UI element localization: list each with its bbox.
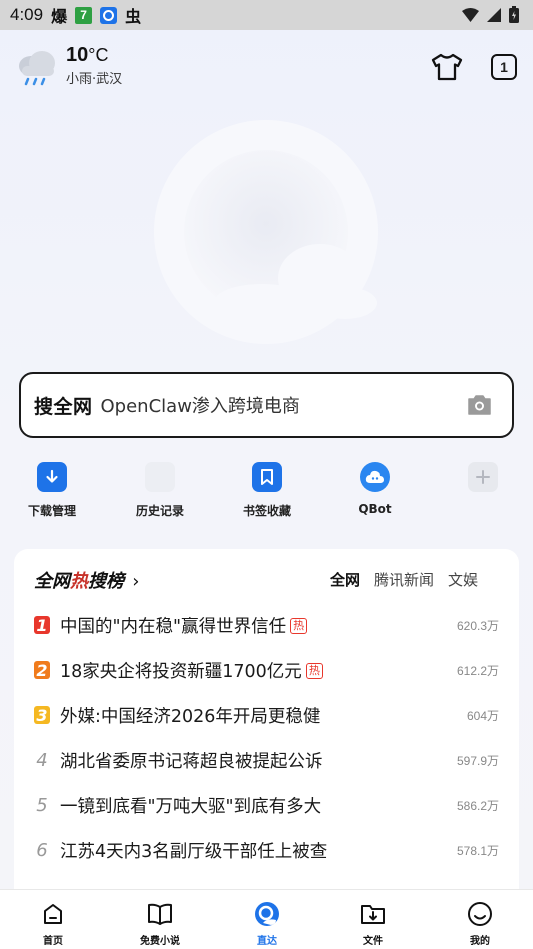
status-time: 4:09 — [10, 5, 44, 24]
nav-label: 我的 — [470, 936, 490, 947]
hot-search-row[interactable]: 1 中国的"内在稳"赢得世界信任热 620.3万 — [14, 603, 519, 647]
nav-label: 免费小说 — [140, 936, 180, 947]
hot-search-title[interactable]: 全网热搜榜 › — [34, 567, 139, 593]
top-right-actions: 1 — [431, 52, 517, 82]
temperature-unit: °C — [88, 45, 109, 65]
hot-search-row[interactable]: 2 18家央企将投资新疆1700亿元热 612.2万 — [14, 648, 519, 692]
shortcut-label: 历史记录 — [135, 504, 184, 518]
heat-count: 578.1万 — [456, 843, 499, 858]
item-title: 一镜到底看"万吨大驱"到底有多大 — [60, 796, 322, 817]
shortcut-row: 下载管理 历史记录 书签收藏 QBot — [0, 462, 533, 522]
rank-badge: 1 — [34, 616, 50, 635]
board-title-prefix: 全网 — [34, 571, 70, 592]
status-bar: 4:09 爆 7 虫 — [0, 0, 533, 30]
nav-files[interactable]: 文件 — [333, 900, 413, 947]
item-title: 中国的"内在稳"赢得世界信任 — [60, 616, 287, 637]
heat-count: 620.3万 — [456, 618, 499, 633]
nav-direct[interactable]: 直达 — [227, 900, 307, 947]
rank-badge: 2 — [34, 661, 50, 680]
book-icon — [120, 900, 200, 928]
history-icon — [145, 462, 175, 492]
search-input[interactable]: OpenClaw渗入跨境电商 — [101, 392, 300, 418]
download-icon — [37, 462, 67, 492]
camera-icon[interactable] — [467, 394, 492, 416]
tab-all[interactable]: 全网 — [330, 569, 360, 590]
rank-number: 4 — [36, 749, 48, 771]
signal-icon — [487, 7, 501, 22]
nav-free-novels[interactable]: 免费小说 — [120, 900, 200, 947]
hot-search-row[interactable]: 4 湖北省委原书记蒋超良被提起公诉 597.9万 — [14, 738, 519, 782]
hot-search-row[interactable]: 3 外媒:中国经济2026年开局更稳健 604万 — [14, 693, 519, 737]
item-title: 湖北省委原书记蒋超良被提起公诉 — [60, 751, 323, 772]
board-title-suffix: 搜榜 — [88, 571, 124, 592]
shortcut-qbot[interactable]: QBot — [335, 462, 415, 516]
green-app-icon: 7 — [75, 6, 93, 24]
smiley-profile-icon — [440, 900, 520, 928]
chevron-right-icon: › — [132, 571, 140, 592]
hot-tag: 热 — [290, 617, 308, 634]
app-notification-icon: 爆 — [51, 9, 68, 26]
item-title: 外媒:中国经济2026年开局更稳健 — [60, 706, 321, 727]
status-right — [462, 6, 519, 23]
shortcut-label: 书签收藏 — [242, 504, 291, 518]
file-download-icon — [333, 900, 413, 928]
hot-search-tabs: 全网 腾讯新闻 文娱 — [330, 569, 502, 590]
rank-badge: 3 — [34, 706, 50, 725]
hot-search-header: 全网热搜榜 › 全网 腾讯新闻 文娱 — [14, 549, 519, 605]
weather-info: 10°C 小雨·武汉 — [66, 44, 122, 87]
heat-count: 597.9万 — [456, 753, 499, 768]
heat-count: 604万 — [466, 708, 499, 723]
bookmark-icon — [252, 462, 282, 492]
hot-search-title-text: 18家央企将投资新疆1700亿元热 — [60, 658, 323, 683]
item-title: 江苏4天内3名副厅级干部任上被查 — [60, 841, 328, 862]
shortcut-download-manager[interactable]: 下载管理 — [12, 462, 92, 519]
heat-count: 612.2万 — [456, 663, 499, 678]
search-box[interactable]: 搜全网 OpenClaw渗入跨境电商 — [19, 372, 514, 438]
nav-label: 首页 — [43, 936, 63, 947]
shortcut-bookmarks[interactable]: 书签收藏 — [227, 462, 307, 519]
nav-me[interactable]: 我的 — [440, 900, 520, 947]
hot-tag: 热 — [305, 662, 323, 679]
bug-icon: 虫 — [125, 9, 142, 26]
board-title-hot: 热 — [70, 571, 88, 592]
tab-count-button[interactable]: 1 — [491, 54, 517, 80]
shortcut-add[interactable] — [443, 462, 523, 492]
browser-icon — [100, 6, 118, 24]
hot-search-row[interactable]: 6 江苏4天内3名副厅级干部任上被查 578.1万 — [14, 828, 519, 872]
nav-home[interactable]: 首页 — [13, 900, 93, 947]
shortcut-history[interactable]: 历史记录 — [120, 462, 200, 519]
heat-count: 586.2万 — [456, 798, 499, 813]
weather-widget[interactable]: 10°C 小雨·武汉 — [16, 44, 122, 87]
nav-label: 文件 — [363, 936, 383, 947]
search-brand-label: 搜全网 — [34, 395, 93, 418]
bottom-navigation: 首页 免费小说 直达 文件 我的 — [0, 889, 533, 949]
qbot-icon — [360, 462, 390, 492]
plus-icon — [468, 462, 498, 492]
rank-number: 6 — [36, 839, 48, 861]
wifi-icon — [462, 7, 479, 22]
nav-label: 直达 — [257, 936, 277, 947]
shortcut-label: 下载管理 — [27, 504, 76, 518]
rain-cloud-icon — [19, 50, 55, 85]
hot-search-card: 全网热搜榜 › 全网 腾讯新闻 文娱 1 中国的"内在稳"赢得世界信任热 620… — [14, 549, 519, 909]
home-icon — [13, 900, 93, 928]
item-title: 18家央企将投资新疆1700亿元 — [60, 661, 302, 682]
weather-description: 小雨·武汉 — [66, 72, 123, 87]
qq-browser-logo-icon — [227, 900, 307, 928]
tab-tencent-news[interactable]: 腾讯新闻 — [374, 569, 434, 590]
temperature-line: 10°C — [66, 44, 122, 67]
shortcut-label: QBot — [358, 502, 392, 516]
hero-logo-illustration — [154, 120, 378, 344]
battery-icon — [509, 6, 519, 23]
hot-search-row[interactable]: 5 一镜到底看"万吨大驱"到底有多大 586.2万 — [14, 783, 519, 827]
skin-tshirt-icon[interactable] — [431, 52, 463, 82]
tab-entertainment[interactable]: 文娱 — [448, 569, 478, 590]
rank-number: 5 — [36, 794, 48, 816]
hot-search-title-text: 中国的"内在稳"赢得世界信任热 — [60, 613, 308, 638]
temperature: 10 — [66, 44, 89, 66]
